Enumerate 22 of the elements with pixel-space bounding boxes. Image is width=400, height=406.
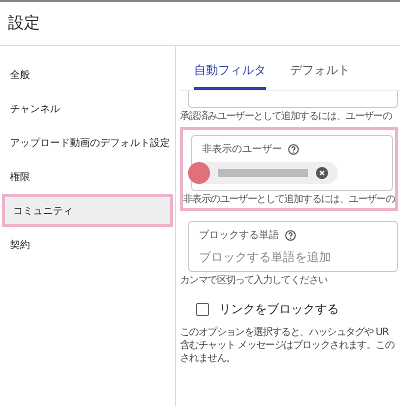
avatar-placeholder [188,162,210,184]
sidebar-item[interactable]: 契約 [2,228,173,261]
tab[interactable]: デフォルト [290,62,350,90]
field-label: 非表示のユーザー [202,142,282,156]
checkbox-label[interactable]: リンクをブロックする [219,301,339,318]
tab[interactable]: 自動フィルタ [194,62,266,90]
sidebar-item[interactable]: 権限 [2,160,173,193]
close-icon[interactable] [316,167,328,179]
helper-text: 承認済みユーザーとして追加するには、ユーザーの [180,111,393,123]
help-icon[interactable] [285,230,296,240]
checkbox[interactable] [196,303,209,316]
sidebar-item[interactable]: チャンネル [2,92,173,125]
sidebar-item[interactable]: コミュニティ [2,194,173,227]
helper-text: カンマで区切って入力してください [180,275,328,287]
window-title: 設定 [8,13,40,34]
field-label: ブロックする単語 [199,228,279,242]
text-field[interactable] [188,91,398,108]
description-text: このオプションを選択すると、ハッシュタグや UR 含むチャット メッセージはブロックされます。この されません。 [180,326,396,365]
helper-text: 非表示のユーザーとして追加するには、ユーザーの [183,194,393,206]
sidebar-item[interactable]: アップロード動画のデフォルト設定 [2,126,173,159]
help-icon[interactable] [288,144,299,154]
sidebar-item[interactable]: 全般 [2,58,173,91]
